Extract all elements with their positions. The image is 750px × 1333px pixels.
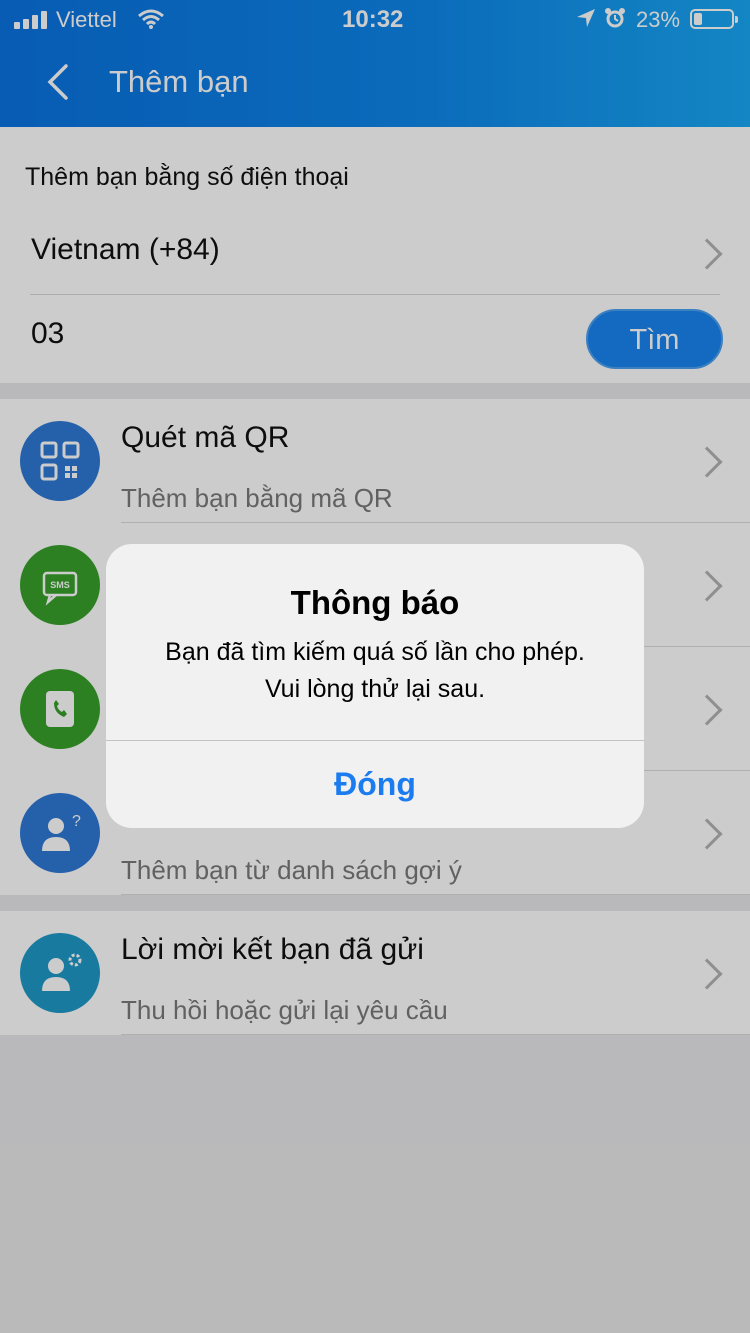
alert-message-line: Bạn đã tìm kiếm quá số lần cho phép. [165, 638, 585, 666]
alert-message: Bạn đã tìm kiếm quá số lần cho phép. Vui… [106, 634, 644, 708]
alert-title: Thông báo [290, 584, 460, 621]
close-button[interactable]: Đóng [106, 741, 644, 828]
alert-dialog: Thông báo Bạn đã tìm kiếm quá số lần cho… [106, 544, 644, 828]
alert-message-line: Vui lòng thử lại sau. [264, 675, 486, 703]
